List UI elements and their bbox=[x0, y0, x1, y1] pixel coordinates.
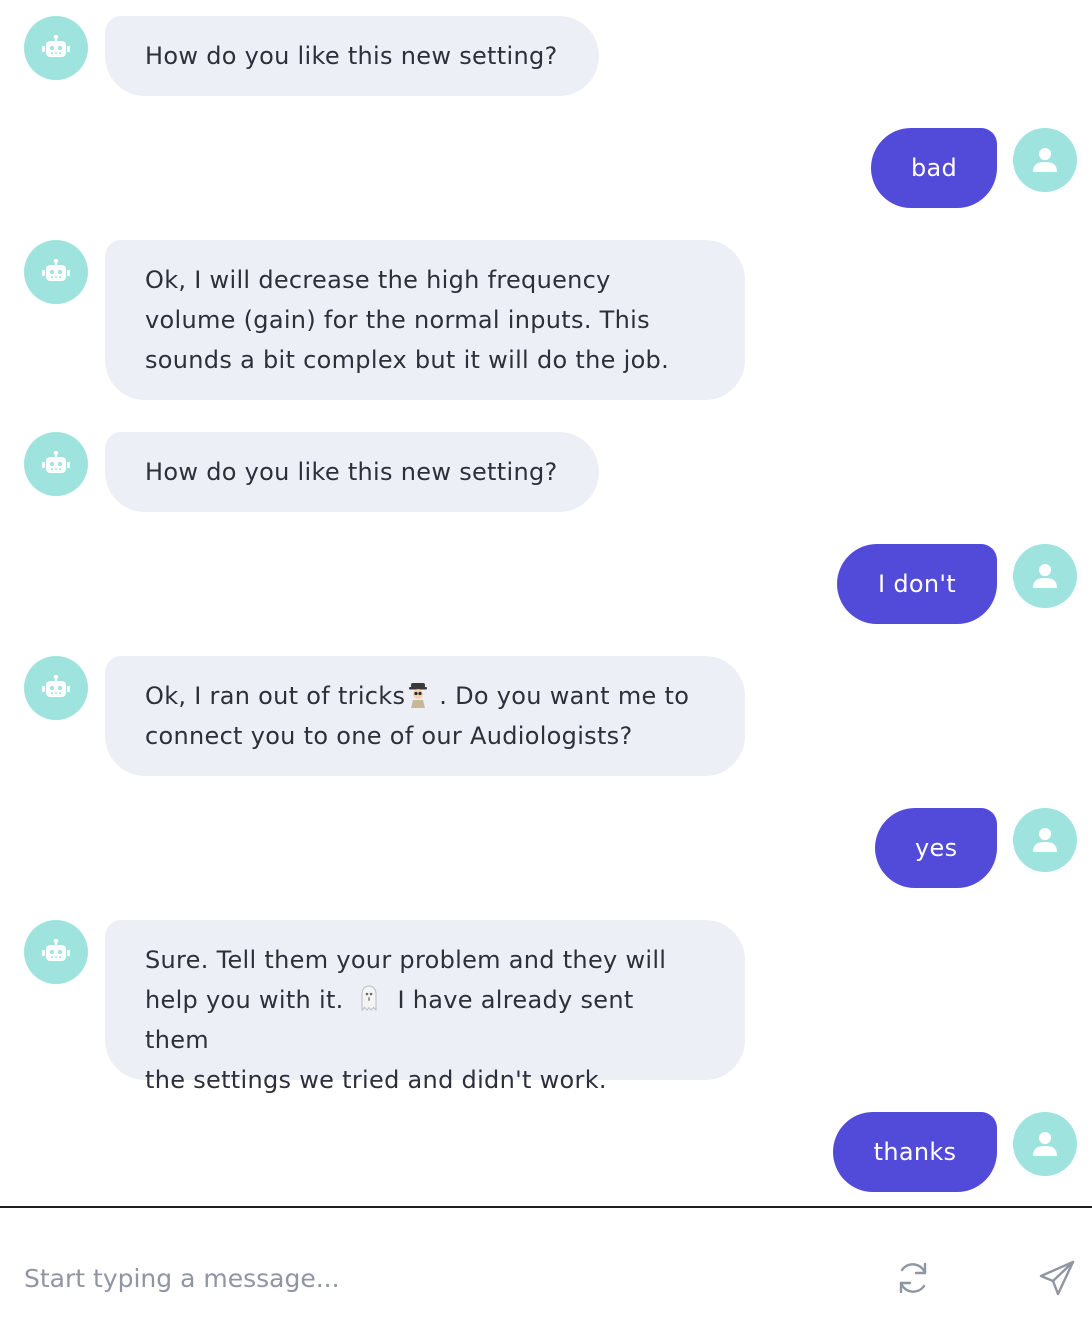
message-text: How do you like this new setting? bbox=[145, 458, 558, 486]
bot-avatar bbox=[24, 16, 88, 80]
message-text: How do you like this new setting? bbox=[145, 42, 558, 70]
message-line: Ok, I will decrease the high frequency bbox=[145, 266, 611, 294]
detective-emoji-icon bbox=[409, 683, 428, 708]
message-text: yes bbox=[915, 834, 958, 862]
refresh-button[interactable] bbox=[889, 1254, 937, 1302]
send-icon bbox=[1039, 1260, 1075, 1296]
message-text: Ok, I ran out of tricks bbox=[145, 682, 406, 710]
robot-icon bbox=[42, 34, 70, 57]
bot-avatar bbox=[24, 920, 88, 984]
user-avatar bbox=[1013, 544, 1077, 608]
user-message: bad bbox=[871, 128, 997, 208]
user-icon bbox=[1033, 564, 1057, 588]
message-text: . Do you want me to bbox=[439, 682, 690, 710]
message-line: Ok, I ran out of tricks . Do you want me… bbox=[145, 676, 705, 716]
user-message: thanks bbox=[833, 1112, 997, 1192]
message-line: help you with it. I have already sent th… bbox=[145, 980, 705, 1060]
robot-icon bbox=[42, 674, 70, 697]
ghost-emoji-icon bbox=[361, 985, 377, 1012]
bot-message: How do you like this new setting? bbox=[105, 16, 599, 96]
user-avatar bbox=[1013, 128, 1077, 192]
robot-icon bbox=[42, 450, 70, 473]
user-icon bbox=[1033, 148, 1057, 172]
message-line: the settings we tried and didn't work. bbox=[145, 1066, 607, 1094]
bot-avatar bbox=[24, 240, 88, 304]
chat-thread: How do you like this new setting? bad Ok… bbox=[0, 0, 1092, 1206]
message-line: connect you to one of our Audiologists? bbox=[145, 722, 633, 750]
refresh-icon bbox=[899, 1262, 927, 1294]
robot-icon bbox=[42, 938, 70, 961]
user-message: yes bbox=[875, 808, 997, 888]
bot-avatar bbox=[24, 656, 88, 720]
bot-message: Sure. Tell them your problem and they wi… bbox=[105, 920, 745, 1094]
user-message: I don't bbox=[837, 544, 997, 624]
user-icon bbox=[1033, 828, 1057, 852]
message-text: bad bbox=[911, 154, 958, 182]
robot-icon bbox=[42, 258, 70, 281]
message-input[interactable] bbox=[24, 1248, 844, 1308]
bot-message: Ok, I will decrease the high frequency v… bbox=[105, 240, 745, 400]
message-composer bbox=[0, 1208, 1092, 1334]
message-line: Sure. Tell them your problem and they wi… bbox=[145, 946, 667, 974]
user-icon bbox=[1033, 1132, 1057, 1156]
user-avatar bbox=[1013, 808, 1077, 872]
message-text: I don't bbox=[878, 570, 956, 598]
message-line: volume (gain) for the normal inputs. Thi… bbox=[145, 306, 650, 334]
bot-message: Ok, I ran out of tricks . Do you want me… bbox=[105, 656, 745, 776]
message-text: thanks bbox=[873, 1138, 957, 1166]
message-text: help you with it. bbox=[145, 986, 344, 1014]
bot-message: How do you like this new setting? bbox=[105, 432, 599, 512]
user-avatar bbox=[1013, 1112, 1077, 1176]
send-button[interactable] bbox=[1033, 1254, 1081, 1302]
bot-avatar bbox=[24, 432, 88, 496]
message-line: sounds a bit complex but it will do the … bbox=[145, 346, 670, 374]
